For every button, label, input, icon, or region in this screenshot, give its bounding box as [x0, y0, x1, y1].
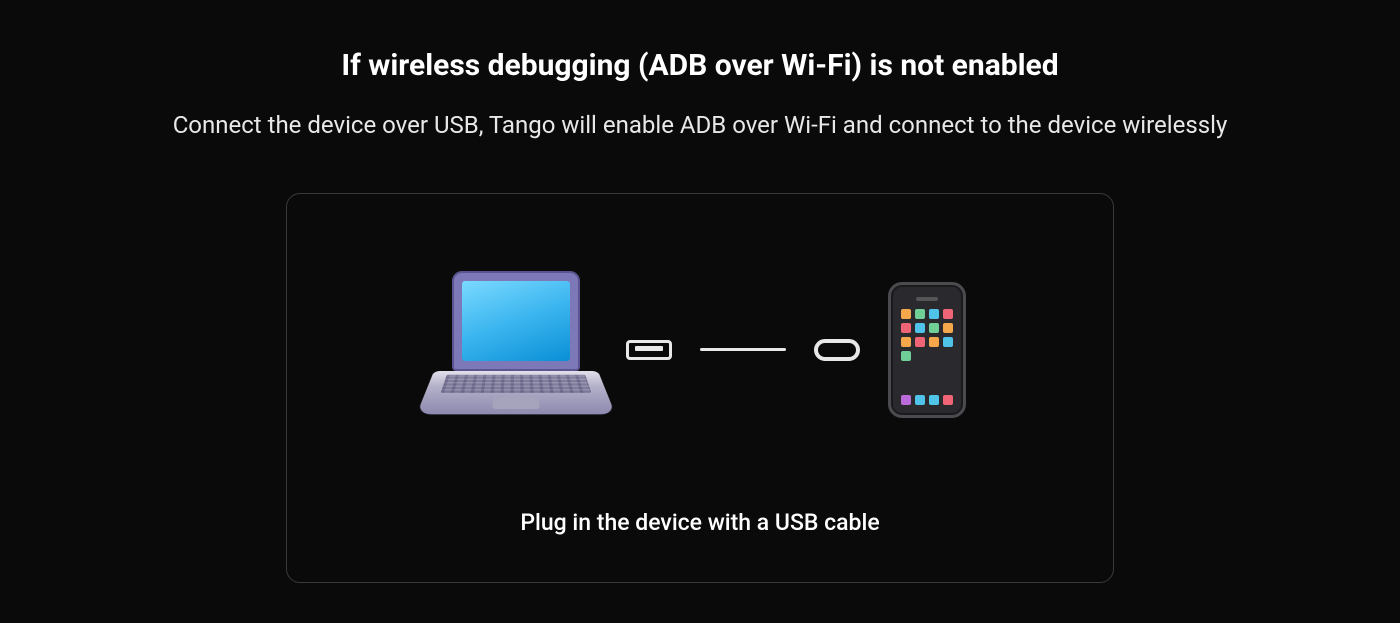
page-heading: If wireless debugging (ADB over Wi-Fi) i… [341, 48, 1058, 83]
instruction-card: Plug in the device with a USB cable [286, 193, 1114, 583]
laptop-icon [434, 271, 598, 429]
phone-icon [888, 282, 966, 418]
cable-line-icon [700, 348, 786, 351]
usb-c-connector-icon [814, 339, 860, 361]
card-caption: Plug in the device with a USB cable [520, 509, 879, 536]
page-subheading: Connect the device over USB, Tango will … [173, 111, 1228, 139]
usb-connection-illustration [434, 271, 966, 429]
usb-a-connector-icon [626, 340, 672, 360]
